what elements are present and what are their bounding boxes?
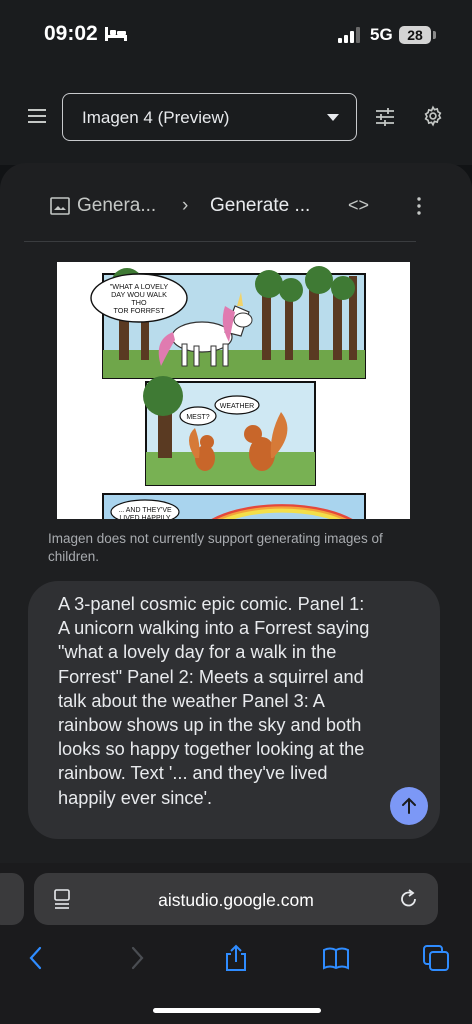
safety-warning: Imagen does not currently support genera… <box>48 531 383 564</box>
battery-icon: 28 <box>399 26 431 44</box>
network-type: 5G <box>370 25 393 44</box>
comic-panel-3: ... AND THEY'VE LIVED HAPPILY <box>102 493 366 519</box>
app-header: Imagen 4 (Preview) <box>0 70 472 165</box>
reload-icon[interactable] <box>398 888 420 910</box>
tune-settings-icon[interactable] <box>374 106 396 128</box>
tabs-icon[interactable] <box>421 943 451 973</box>
forward-icon[interactable] <box>122 943 152 973</box>
previous-tab-peek[interactable] <box>0 873 24 925</box>
prompt-text: A 3-panel cosmic epic comic. Panel 1: A … <box>58 594 370 808</box>
address-bar[interactable]: aistudio.google.com <box>34 873 438 925</box>
bookmarks-icon[interactable] <box>321 943 351 973</box>
home-indicator <box>153 1008 321 1013</box>
code-icon[interactable]: <> <box>348 195 369 216</box>
status-time: 09:02 <box>44 22 98 45</box>
chevron-right-icon: › <box>182 195 189 216</box>
svg-text:WEATHER: WEATHER <box>220 403 254 410</box>
model-selector-label: Imagen 4 (Preview) <box>82 108 230 127</box>
back-icon[interactable] <box>21 943 51 973</box>
breadcrumb: Genera... › Generate ... <> <box>0 163 472 243</box>
generated-comic-image[interactable]: "WHAT A LOVELY DAY WOU WALK THO TOR FORR… <box>57 262 410 519</box>
image-icon <box>50 197 70 215</box>
sleep-focus-icon <box>105 27 127 41</box>
share-icon[interactable] <box>221 943 251 973</box>
model-selector[interactable]: Imagen 4 (Preview) <box>62 93 357 141</box>
url-text: aistudio.google.com <box>158 890 314 910</box>
divider <box>24 241 416 242</box>
prompt-bubble[interactable]: A 3-panel cosmic epic comic. Panel 1: A … <box>28 581 440 839</box>
svg-text:MEST?: MEST? <box>186 414 209 421</box>
battery-tip <box>433 31 436 39</box>
svg-text:TOR FORRFST: TOR FORRFST <box>114 306 166 315</box>
send-button[interactable] <box>390 787 428 825</box>
browser-toolbar: aistudio.google.com <box>0 863 472 1024</box>
comic-illustration: "WHAT A LOVELY DAY WOU WALK THO TOR FORR… <box>90 266 366 519</box>
breadcrumb-parent[interactable]: Genera... <box>77 195 156 217</box>
hamburger-menu-icon[interactable] <box>26 106 50 126</box>
cellular-signal-icon <box>338 27 360 43</box>
arrow-up-icon <box>402 797 416 814</box>
more-options-icon[interactable] <box>410 195 428 217</box>
breadcrumb-current[interactable]: Generate ... <box>210 195 310 217</box>
gear-icon[interactable] <box>422 105 444 127</box>
svg-text:... AND THEY'VE: ... AND THEY'VE <box>118 507 172 514</box>
comic-panel-2: MEST? WEATHER <box>143 376 316 486</box>
content-card: Genera... › Generate ... <> "WHAT A LOVE… <box>0 163 472 863</box>
comic-panel-1: "WHAT A LOVELY DAY WOU WALK THO TOR FORR… <box>90 266 366 379</box>
status-bar: 09:02 5G 28 <box>0 0 472 70</box>
svg-text:LIVED HAPPILY: LIVED HAPPILY <box>119 515 171 519</box>
dropdown-arrow-icon <box>327 114 339 121</box>
